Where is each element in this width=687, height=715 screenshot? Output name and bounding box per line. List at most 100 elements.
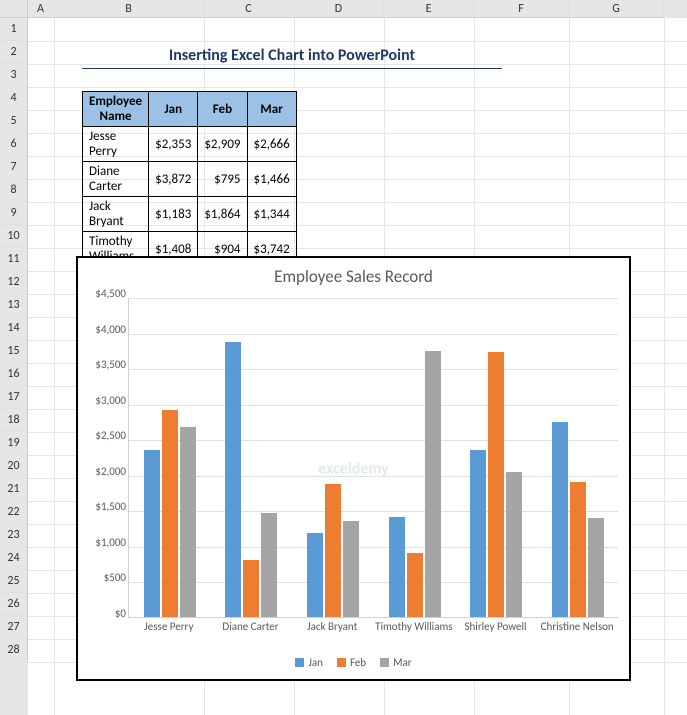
row-header-10[interactable]: 10 (0, 225, 28, 248)
grid-body[interactable]: Inserting Excel Chart into PowerPoint Em… (28, 18, 687, 715)
bar-mar[interactable] (261, 513, 277, 617)
x-tick-label: Diane Carter (210, 620, 292, 633)
legend-item-mar[interactable]: Mar (380, 656, 412, 669)
bar-feb[interactable] (325, 484, 341, 617)
col-header-D[interactable]: D (294, 0, 384, 18)
row-header-13[interactable]: 13 (0, 294, 28, 317)
row-header-5[interactable]: 5 (0, 110, 28, 133)
x-tick-label: Timothy Williams (373, 620, 455, 633)
row-header-21[interactable]: 21 (0, 478, 28, 501)
select-all-corner[interactable] (0, 0, 28, 18)
legend-swatch (295, 658, 304, 667)
y-tick-label: $2,500 (84, 429, 126, 442)
bar-group (211, 342, 293, 617)
cell-jan[interactable]: $2,353 (149, 127, 198, 162)
row-header-20[interactable]: 20 (0, 455, 28, 478)
col-header-B[interactable]: B (54, 0, 204, 18)
th-feb[interactable]: Feb (198, 92, 247, 127)
y-tick-label: $3,000 (84, 394, 126, 407)
bar-group (456, 352, 538, 617)
row-header-27[interactable]: 27 (0, 616, 28, 639)
y-tick-label: $0 (84, 607, 126, 620)
bar-jan[interactable] (470, 450, 486, 617)
plot-area (128, 298, 618, 618)
row-header-14[interactable]: 14 (0, 317, 28, 340)
row-header-12[interactable]: 12 (0, 271, 28, 294)
row-header-11[interactable]: 11 (0, 248, 28, 271)
col-header-F[interactable]: F (474, 0, 569, 18)
bar-jan[interactable] (552, 422, 568, 617)
legend-item-jan[interactable]: Jan (295, 656, 323, 669)
row-header-26[interactable]: 26 (0, 593, 28, 616)
th-mar[interactable]: Mar (247, 92, 296, 127)
row-header-17[interactable]: 17 (0, 386, 28, 409)
cell-jan[interactable]: $1,183 (149, 197, 198, 232)
legend: Jan Feb Mar (78, 656, 629, 669)
row-header-6[interactable]: 6 (0, 133, 28, 156)
x-tick-label: Shirley Powell (455, 620, 537, 633)
column-header-row: ABCDEFG (28, 0, 687, 18)
col-header-E[interactable]: E (384, 0, 474, 18)
th-name[interactable]: Employee Name (83, 92, 149, 127)
row-header-22[interactable]: 22 (0, 501, 28, 524)
bar-group (374, 351, 456, 617)
bar-jan[interactable] (307, 533, 323, 617)
col-header-A[interactable]: A (28, 0, 54, 18)
bar-mar[interactable] (343, 521, 359, 617)
bar-feb[interactable] (162, 410, 178, 617)
y-tick-label: $2,000 (84, 465, 126, 478)
col-header-C[interactable]: C (204, 0, 294, 18)
cell-name[interactable]: Diane Carter (83, 162, 149, 197)
cell-feb[interactable]: $795 (198, 162, 247, 197)
row-header-24[interactable]: 24 (0, 547, 28, 570)
row-header-1[interactable]: 1 (0, 18, 28, 41)
cell-jan[interactable]: $3,872 (149, 162, 198, 197)
cell-name[interactable]: Jesse Perry (83, 127, 149, 162)
row-header-2[interactable]: 2 (0, 41, 28, 64)
legend-item-feb[interactable]: Feb (337, 656, 366, 669)
col-header-G[interactable]: G (569, 0, 664, 18)
bar-mar[interactable] (180, 427, 196, 617)
cell-mar[interactable]: $1,466 (247, 162, 296, 197)
row-header-28[interactable]: 28 (0, 639, 28, 662)
row-header-9[interactable]: 9 (0, 202, 28, 225)
row-header-19[interactable]: 19 (0, 432, 28, 455)
row-header-23[interactable]: 23 (0, 524, 28, 547)
bar-mar[interactable] (506, 472, 522, 617)
row-header-4[interactable]: 4 (0, 87, 28, 110)
row-header-8[interactable]: 8 (0, 179, 28, 202)
y-tick-label: $4,500 (84, 287, 126, 300)
row-header-25[interactable]: 25 (0, 570, 28, 593)
bar-group (129, 410, 211, 617)
row-header-16[interactable]: 16 (0, 363, 28, 386)
legend-label: Mar (393, 656, 412, 669)
cell-mar[interactable]: $2,666 (247, 127, 296, 162)
row-header-col: 1234567891011121314151617181920212223242… (0, 0, 28, 715)
cell-name[interactable]: Jack Bryant (83, 197, 149, 232)
cell-feb[interactable]: $2,909 (198, 127, 247, 162)
title-underline (82, 68, 502, 69)
chart[interactable]: Employee Sales Record $0$500$1,000$1,500… (76, 256, 631, 681)
bar-mar[interactable] (425, 351, 441, 617)
bar-jan[interactable] (225, 342, 241, 617)
bar-feb[interactable] (488, 352, 504, 617)
cell-mar[interactable]: $1,344 (247, 197, 296, 232)
table-row[interactable]: Jack Bryant$1,183$1,864$1,344 (83, 197, 297, 232)
table-row[interactable]: Diane Carter$3,872$795$1,466 (83, 162, 297, 197)
bar-mar[interactable] (588, 518, 604, 617)
row-header-7[interactable]: 7 (0, 156, 28, 179)
y-tick-label: $3,500 (84, 358, 126, 371)
row-header-18[interactable]: 18 (0, 409, 28, 432)
bar-feb[interactable] (570, 482, 586, 617)
bar-feb[interactable] (407, 553, 423, 617)
bar-feb[interactable] (243, 560, 259, 617)
th-jan[interactable]: Jan (149, 92, 198, 127)
cell-feb[interactable]: $1,864 (198, 197, 247, 232)
bar-jan[interactable] (389, 517, 405, 617)
legend-label: Feb (350, 656, 366, 669)
row-header-15[interactable]: 15 (0, 340, 28, 363)
bar-jan[interactable] (144, 450, 160, 617)
table-row[interactable]: Jesse Perry$2,353$2,909$2,666 (83, 127, 297, 162)
legend-swatch (337, 658, 346, 667)
row-header-3[interactable]: 3 (0, 64, 28, 87)
